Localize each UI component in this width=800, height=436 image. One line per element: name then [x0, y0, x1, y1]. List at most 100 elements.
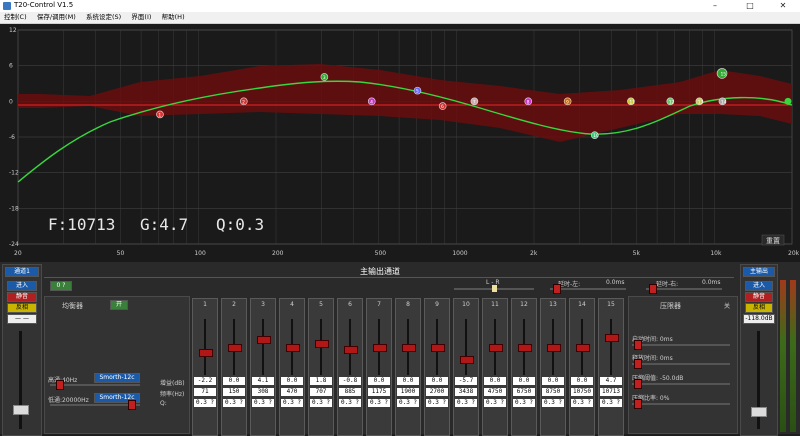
band-q-field[interactable]: 0.3 ? — [542, 399, 564, 407]
band-gain-knob[interactable] — [373, 344, 387, 352]
band-q-field[interactable]: 0.3 ? — [223, 399, 245, 407]
delay-left-knob[interactable] — [553, 284, 561, 294]
right-in-button[interactable]: 进入 — [745, 281, 773, 291]
band-gain-knob[interactable] — [518, 344, 532, 352]
band-gain-knob[interactable] — [460, 355, 474, 364]
limiter-ratio-slider[interactable] — [632, 403, 730, 405]
band-freq-field[interactable]: 308 — [252, 388, 274, 396]
band-q-field[interactable]: 0.3 ? — [368, 399, 390, 407]
band-gain-field[interactable]: 0.0 — [542, 377, 564, 385]
band-gain-knob[interactable] — [315, 340, 329, 349]
left-mute-button[interactable]: 静音 — [7, 292, 37, 302]
band-q-field[interactable]: 0.3 ? — [281, 399, 303, 407]
eq-plot-canvas[interactable]: 1260-6-12-18-24 20 50 100 200 500 1000 2k 5k 10k… — [0, 24, 800, 262]
channel-select[interactable]: 通道1 — [5, 267, 39, 277]
band-freq-field[interactable]: 4750 — [484, 388, 506, 396]
band-gain-knob[interactable] — [547, 344, 561, 352]
band-gain-field[interactable]: 0.0 — [397, 377, 419, 385]
band-q-field[interactable]: 0.3 ? — [252, 399, 274, 407]
delay-left-slider[interactable] — [550, 288, 626, 290]
eq-plot[interactable]: 12 6 0 -6 -12 -18 -24 20 50 100 200 500 1000 2k 5k 10k… — [0, 24, 800, 262]
band-freq-field[interactable]: 6750 — [513, 388, 535, 396]
band-freq-field[interactable]: 1175 — [368, 388, 390, 396]
band-q-field[interactable]: 0.3 ? — [484, 399, 506, 407]
menu-interface[interactable]: 界面(I) — [127, 12, 155, 23]
right-invert-button[interactable]: 反相 — [745, 303, 773, 313]
band-gain-field[interactable]: -5.7 — [455, 377, 477, 385]
eq-toggle[interactable]: 开 — [110, 300, 128, 310]
band-gain-knob[interactable] — [257, 335, 271, 344]
lowpass-knob[interactable] — [128, 400, 136, 410]
lowpass-slider[interactable] — [50, 404, 140, 406]
band-freq-field[interactable]: 3438 — [455, 388, 477, 396]
output-select[interactable]: 主输出 — [743, 267, 775, 277]
limiter-threshold-slider[interactable] — [632, 383, 730, 385]
band-q-field[interactable]: 0.3 ? — [194, 399, 216, 407]
band-freq-field[interactable]: 885 — [339, 388, 361, 396]
left-fader-knob[interactable] — [13, 405, 29, 415]
band-gain-knob[interactable] — [489, 344, 503, 352]
band-gain-field[interactable]: 1.8 — [310, 377, 332, 385]
eq-end-node[interactable] — [784, 97, 792, 105]
band-freq-field[interactable]: 2700 — [426, 388, 448, 396]
delay-right-slider[interactable] — [646, 288, 722, 290]
band-gain-knob[interactable] — [431, 344, 445, 352]
band-q-field[interactable]: 0.3 ? — [571, 399, 593, 407]
limiter-toggle[interactable]: 关 — [724, 301, 730, 310]
band-gain-field[interactable]: 0.0 — [513, 377, 535, 385]
band-gain-knob[interactable] — [402, 344, 416, 352]
band-freq-field[interactable]: 707 — [310, 388, 332, 396]
left-invert-button[interactable]: 反相 — [7, 303, 37, 313]
band-gain-field[interactable]: 0.0 — [223, 377, 245, 385]
limiter-release-knob[interactable] — [634, 359, 642, 369]
menu-save-load[interactable]: 保存/调用(M) — [33, 12, 80, 23]
band-gain-knob[interactable] — [605, 334, 619, 343]
band-gain-field[interactable]: 0.0 — [571, 377, 593, 385]
band-gain-knob[interactable] — [228, 344, 242, 352]
band-gain-field[interactable]: 0.0 — [426, 377, 448, 385]
left-link-button[interactable]: — — — [7, 314, 37, 324]
highpass-knob[interactable] — [56, 380, 64, 390]
band-q-field[interactable]: 0.3 ? — [600, 399, 622, 407]
band-q-field[interactable]: 0.3 ? — [339, 399, 361, 407]
band-gain-knob[interactable] — [344, 345, 358, 354]
eq-preset-button[interactable]: 0 ? — [50, 281, 72, 291]
menu-help[interactable]: 帮助(H) — [158, 12, 189, 23]
band-gain-field[interactable]: 0.0 — [368, 377, 390, 385]
band-freq-field[interactable]: 10750 — [571, 388, 593, 396]
band-q-field[interactable]: 0.3 ? — [397, 399, 419, 407]
limiter-release-slider[interactable] — [632, 363, 730, 365]
band-freq-field[interactable]: 1900 — [397, 388, 419, 396]
band-gain-knob[interactable] — [286, 344, 300, 352]
band-q-field[interactable]: 0.3 ? — [455, 399, 477, 407]
right-mute-button[interactable]: 静音 — [745, 292, 773, 302]
band-gain-field[interactable]: -0.8 — [339, 377, 361, 385]
limiter-ratio-knob[interactable] — [634, 399, 642, 409]
menu-control[interactable]: 控制(C) — [0, 12, 31, 23]
band-gain-field[interactable]: -2.2 — [194, 377, 216, 385]
highpass-mode-select[interactable]: Smorth-12c — [94, 373, 140, 383]
band-q-field[interactable]: 0.3 ? — [513, 399, 535, 407]
reset-button-label[interactable]: 重置 — [766, 237, 780, 245]
band-gain-field[interactable]: 4.1 — [252, 377, 274, 385]
band-gain-field[interactable]: 0.0 — [281, 377, 303, 385]
close-icon[interactable]: ✕ — [768, 0, 798, 12]
right-fader-knob[interactable] — [751, 407, 767, 417]
band-gain-field[interactable]: 4.7 — [600, 377, 622, 385]
limiter-attack-knob[interactable] — [634, 340, 642, 350]
band-freq-field[interactable]: 8750 — [542, 388, 564, 396]
band-q-field[interactable]: 0.3 ? — [426, 399, 448, 407]
band-q-field[interactable]: 0.3 ? — [310, 399, 332, 407]
limiter-attack-slider[interactable] — [632, 344, 730, 346]
menu-system[interactable]: 系统设定(S) — [82, 12, 125, 23]
band-gain-knob[interactable] — [576, 344, 590, 352]
balance-knob[interactable] — [492, 285, 497, 292]
maximize-icon[interactable]: □ — [735, 0, 765, 12]
band-gain-knob[interactable] — [199, 348, 213, 357]
band-freq-field[interactable]: 470 — [281, 388, 303, 396]
output-level[interactable]: -118.0dB — [743, 314, 775, 324]
limiter-threshold-knob[interactable] — [634, 379, 642, 389]
band-freq-field[interactable]: 10713 — [600, 388, 622, 396]
band-gain-field[interactable]: 0.0 — [484, 377, 506, 385]
left-in-button[interactable]: 进入 — [7, 281, 37, 291]
